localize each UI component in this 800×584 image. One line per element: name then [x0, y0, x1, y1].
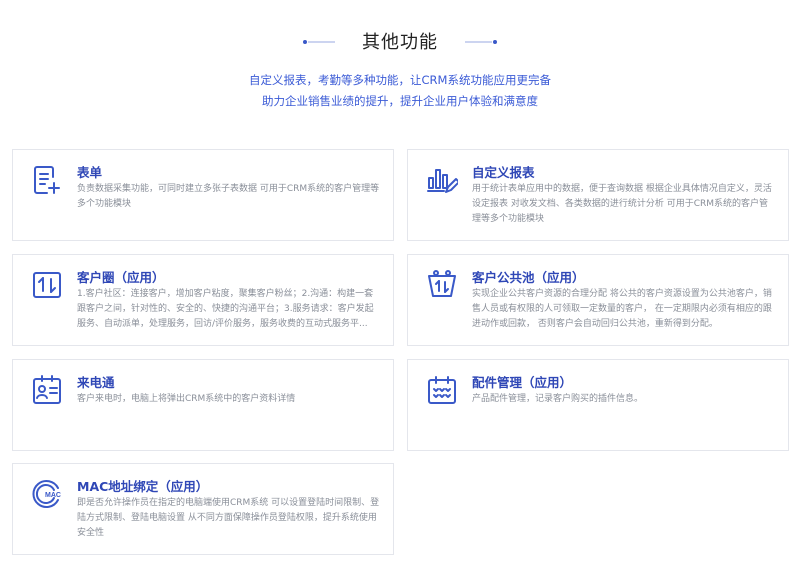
card-title: 来电通 [77, 375, 115, 390]
calendar-icon [426, 374, 458, 406]
exchange-icon [31, 269, 63, 301]
card-description: 产品配件管理，记录客户购买的插件信息。 [472, 394, 644, 404]
section-subtitle-line1: 自定义报表，考勤等多种功能，让CRM系统功能应用更完备 [249, 73, 551, 87]
feature-card-accessory-management[interactable]: 配件管理（应用） 产品配件管理，记录客户购买的插件信息。 [407, 359, 789, 451]
section-header: 其他功能 [0, 24, 800, 58]
card-description: 用于统计表单应用中的数据，便于查询数据 根据企业具体情况自定义，灵活设定报表 对… [472, 184, 772, 224]
feature-card-form[interactable]: 表单 负责数据采集功能，可同时建立多张子表数据 可用于CRM系统的客户管理等多个… [12, 149, 394, 241]
card-description: 负责数据采集功能，可同时建立多张子表数据 可用于CRM系统的客户管理等多个功能模… [77, 184, 380, 209]
mac-icon: MAC [31, 478, 63, 510]
feature-card-customer-circle[interactable]: 客户圈（应用） 1.客户社区：连接客户，增加客户粘度，聚集客户粉丝；2.沟通：构… [12, 254, 394, 346]
svg-text:MAC: MAC [45, 492, 61, 499]
card-description: 即是否允许操作员在指定的电脑端使用CRM系统 可以设置登陆时间限制、登陆方式限制… [77, 498, 380, 538]
card-description: 客户来电时，电脑上将弹出CRM系统中的客户资料详情 [77, 394, 296, 404]
section-subtitle-line2: 助力企业销售业绩的提升，提升企业用户体验和满意度 [262, 94, 538, 108]
card-description: 1.客户社区：连接客户，增加客户粘度，聚集客户粉丝；2.沟通：构建一套跟客户之间… [77, 289, 374, 329]
report-chart-icon [426, 164, 458, 196]
card-title: 自定义报表 [472, 165, 535, 180]
feature-card-mac-binding[interactable]: MAC MAC地址绑定（应用） 即是否允许操作员在指定的电脑端使用CRM系统 可… [12, 463, 394, 555]
feature-card-custom-report[interactable]: 自定义报表 用于统计表单应用中的数据，便于查询数据 根据企业具体情况自定义，灵活… [407, 149, 789, 241]
title-decoration-left-icon [303, 40, 335, 44]
customer-pool-icon [426, 269, 458, 301]
title-decoration-right-icon [465, 40, 497, 44]
card-title: MAC地址绑定（应用） [77, 479, 209, 494]
card-description: 实现企业公共客户资源的合理分配 将公共的客户资源设置为公共池客户，销售人员或有权… [472, 289, 772, 329]
card-title: 配件管理（应用） [472, 375, 573, 390]
section-title: 其他功能 [362, 32, 438, 53]
card-title: 表单 [77, 165, 103, 180]
feature-card-customer-pool[interactable]: 客户公共池（应用） 实现企业公共客户资源的合理分配 将公共的客户资源设置为公共池… [407, 254, 789, 346]
card-title: 客户圈（应用） [77, 270, 165, 285]
form-icon [31, 164, 63, 196]
feature-card-caller-id[interactable]: 来电通 客户来电时，电脑上将弹出CRM系统中的客户资料详情 [12, 359, 394, 451]
caller-id-icon [31, 374, 63, 406]
card-title: 客户公共池（应用） [472, 270, 585, 285]
